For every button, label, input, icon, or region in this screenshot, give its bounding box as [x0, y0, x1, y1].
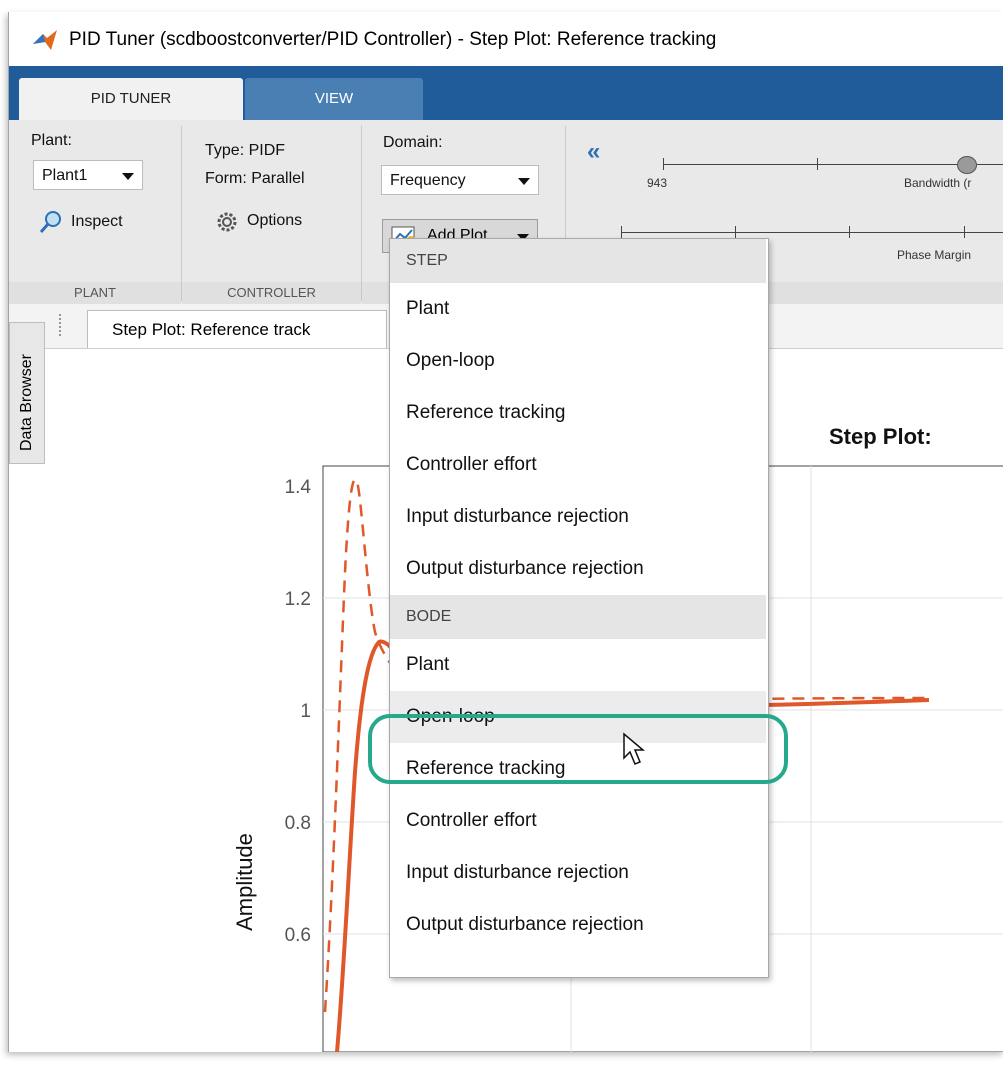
y-tick-label: 0.8: [285, 813, 311, 834]
plot-title: Step Plot:: [829, 424, 932, 449]
add-plot-menu: STEP Plant Open-loop Reference tracking Cont…: [389, 238, 769, 978]
y-tick-label: 1.2: [285, 589, 311, 610]
menu-item-step-output-disturbance-rejection[interactable]: Output disturbance rejection: [390, 543, 766, 595]
menu-item-step-input-disturbance-rejection[interactable]: Input disturbance rejection: [390, 491, 766, 543]
menu-item-bode-controller-effort[interactable]: Controller effort: [390, 795, 766, 847]
menu-item-bode-input-disturbance-rejection[interactable]: Input disturbance rejection: [390, 847, 766, 899]
menu-item-step-plant[interactable]: Plant: [390, 283, 766, 335]
menu-item-step-open-loop[interactable]: Open-loop: [390, 335, 766, 387]
y-tick-label: 1.4: [285, 477, 312, 498]
menu-section-header: BODE: [390, 595, 766, 639]
y-tick-label: 1: [300, 701, 311, 722]
menu-item-step-reference-tracking[interactable]: Reference tracking: [390, 387, 766, 439]
mouse-pointer-icon: [623, 732, 646, 765]
screenshot: PID Tuner (scdboostconverter/PID Control…: [0, 0, 1003, 1084]
menu-item-bode-output-disturbance-rejection[interactable]: Output disturbance rejection: [390, 899, 766, 951]
y-tick-label: 0.6: [285, 925, 311, 946]
menu-section-header: STEP: [390, 239, 766, 283]
pid-tuner-window: PID Tuner (scdboostconverter/PID Control…: [8, 12, 1003, 1052]
menu-item-step-controller-effort[interactable]: Controller effort: [390, 439, 766, 491]
highlight-callout: [368, 714, 788, 784]
y-axis-label: Amplitude: [232, 833, 257, 931]
menu-item-bode-plant[interactable]: Plant: [390, 639, 766, 691]
